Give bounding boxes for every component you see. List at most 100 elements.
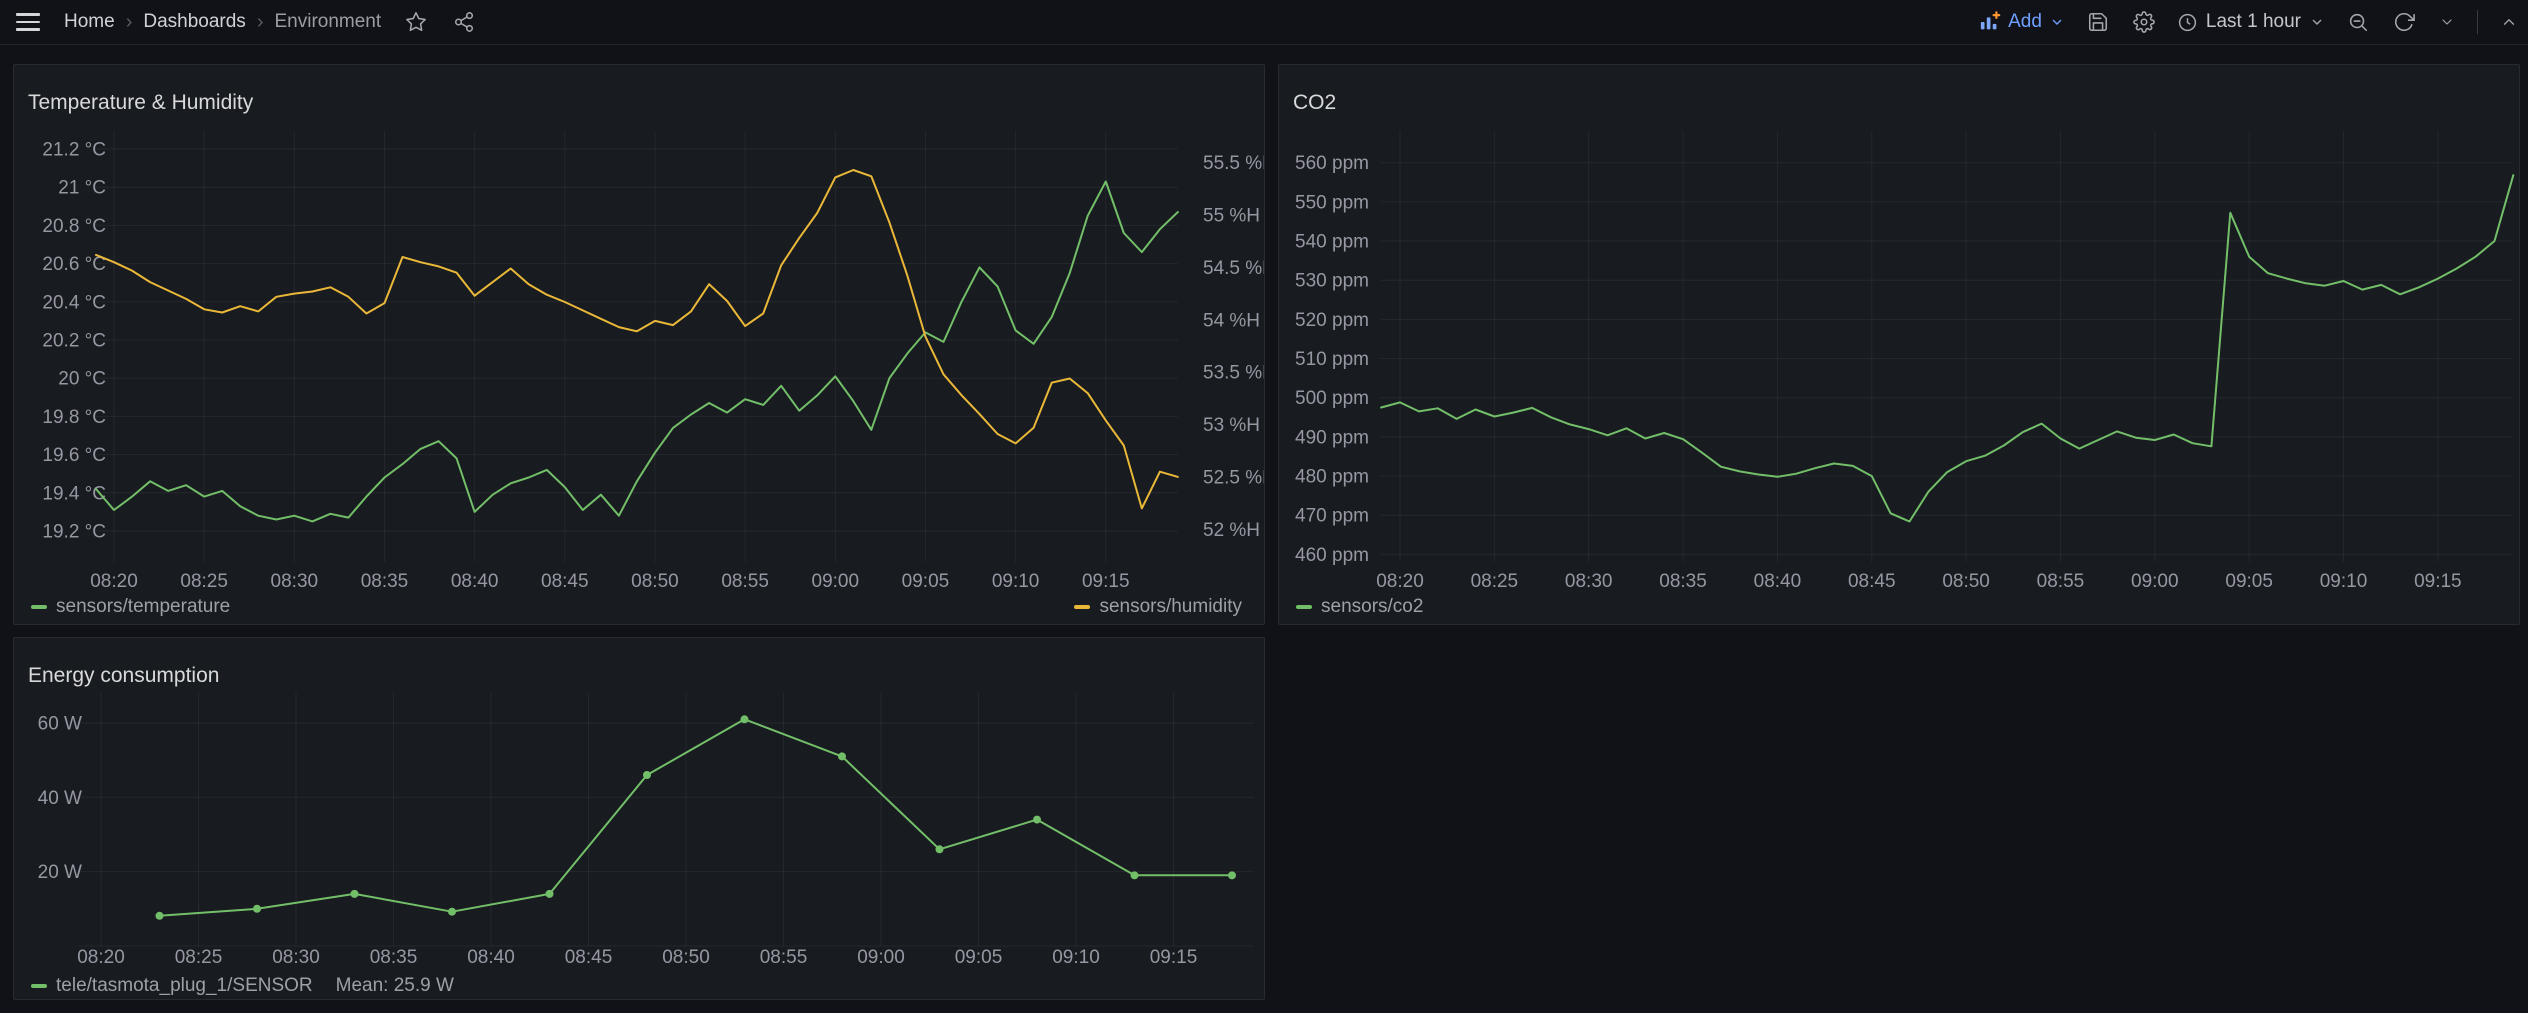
grafana-dashboard: Home › Dashboards › Environment (0, 0, 2528, 1013)
breadcrumb-separator: › (126, 11, 133, 34)
y-axis-tick-label: 55.5 %H (1203, 153, 1265, 174)
x-axis-tick-label: 08:55 (760, 947, 808, 968)
y-axis-tick-label: 21 °C (58, 178, 106, 199)
save-dashboard-button[interactable] (2085, 9, 2111, 35)
legend-series-label: sensors/temperature (56, 596, 230, 618)
x-axis-tick-label: 08:30 (1565, 571, 1613, 592)
time-range-picker[interactable]: Last 1 hour (2177, 11, 2325, 33)
y-axis-tick-label: 470 ppm (1295, 506, 1369, 527)
legend-item[interactable]: sensors/humidity (1074, 596, 1242, 618)
x-axis-tick-label: 08:40 (1754, 571, 1802, 592)
y-axis-tick-label: 40 W (38, 788, 82, 809)
legend-series-swatch (31, 984, 47, 989)
series-point-marker (253, 905, 261, 913)
x-axis-tick-label: 08:45 (1848, 571, 1896, 592)
y-axis-tick-label: 19.8 °C (42, 407, 106, 428)
menu-icon[interactable] (14, 11, 42, 33)
legend-item[interactable]: tele/tasmota_plug_1/SENSORMean: 25.9 W (31, 975, 454, 997)
chart-legend: sensors/temperature sensors/humidity (31, 596, 1242, 618)
time-range-label: Last 1 hour (2206, 11, 2301, 33)
temperature-humidity-chart-canvas[interactable]: 08:2008:2508:3008:3508:4008:4508:5008:55… (14, 65, 1265, 625)
y-axis-tick-label: 460 ppm (1295, 545, 1369, 566)
bar-chart-plus-icon (1979, 11, 2001, 33)
x-axis-tick-label: 08:50 (631, 571, 679, 592)
series-point-marker (741, 715, 749, 723)
x-axis-tick-label: 09:00 (2131, 571, 2179, 592)
chevron-down-icon (2439, 14, 2455, 30)
breadcrumb-separator: › (257, 11, 264, 34)
y-axis-tick-label: 20 °C (58, 369, 106, 390)
refresh-interval-dropdown[interactable] (2437, 12, 2457, 32)
y-axis-tick-label: 53 %H (1203, 415, 1260, 436)
co2-chart-canvas[interactable]: 08:20 08:25 08:30 08:35 08:40 08:45 08:50 08:55… (1279, 65, 2520, 625)
refresh-dashboard-button[interactable] (2391, 9, 2417, 35)
chevron-down-icon (2049, 14, 2065, 30)
favorite-star-button[interactable] (403, 9, 429, 35)
add-button-label: Add (2008, 11, 2042, 33)
x-axis-tick-label: 09:10 (1052, 947, 1100, 968)
collapse-topbar-button[interactable] (2498, 11, 2520, 33)
series-point-marker (156, 912, 164, 920)
x-axis-tick-label: 08:20 (1376, 571, 1424, 592)
legend-series-swatch (1074, 605, 1090, 610)
panel-title[interactable]: Temperature & Humidity (28, 91, 253, 115)
panel-title[interactable]: CO2 (1293, 91, 1336, 115)
share-icon (453, 11, 475, 33)
dashboard-settings-button[interactable] (2131, 9, 2157, 35)
series-point-marker (1228, 871, 1236, 879)
x-axis-tick-label: 09:15 (1150, 947, 1198, 968)
nav-left-group: Home › Dashboards › Environment (14, 9, 477, 35)
x-axis-tick-label: 09:05 (902, 571, 950, 592)
legend-item[interactable]: sensors/co2 (1296, 596, 1423, 618)
x-axis-tick-label: 08:25 (1471, 571, 1519, 592)
x-axis-tick-label: 08:40 (467, 947, 515, 968)
nav-right-group: Add Last 1 h (1979, 9, 2520, 35)
y-axis-tick-label: 52.5 %H (1203, 467, 1265, 488)
y-axis-tick-label: 20.2 °C (42, 331, 106, 352)
y-axis-tick-label: 490 ppm (1295, 427, 1369, 448)
y-axis-tick-label: 560 ppm (1295, 153, 1369, 174)
series-point-marker (643, 771, 651, 779)
y-axis-tick-label: 21.2 °C (42, 140, 106, 161)
chart-legend: sensors/co2 (1296, 596, 2497, 618)
x-axis-tick-label: 08:25 (175, 947, 223, 968)
add-panel-button[interactable]: Add (1979, 11, 2065, 33)
y-axis-tick-label: 54.5 %H (1203, 258, 1265, 279)
breadcrumb-current-environment: Environment (274, 11, 381, 33)
y-axis-tick-label: 20.4 °C (42, 292, 106, 313)
chevron-down-icon (2309, 14, 2325, 30)
legend-mean-value: Mean: 25.9 W (336, 975, 454, 997)
clock-icon (2177, 12, 2198, 33)
series-point-marker (448, 908, 456, 916)
series-point-marker (351, 890, 359, 898)
x-axis-tick-label: 09:15 (2414, 571, 2462, 592)
x-axis-tick-label: 08:35 (1659, 571, 1707, 592)
x-axis-tick-label: 08:20 (90, 571, 138, 592)
legend-item[interactable]: sensors/temperature (31, 596, 230, 618)
panel-co2: CO2 08:2008:2508:3008:3508:4008:4508:500… (1278, 64, 2520, 625)
y-axis-tick-label: 19.4 °C (42, 483, 106, 504)
refresh-icon (2393, 11, 2415, 33)
x-axis-tick-label: 08:40 (451, 571, 499, 592)
x-axis-tick-label: 08:45 (565, 947, 613, 968)
x-axis-tick-label: 08:50 (662, 947, 710, 968)
energy-chart-canvas[interactable]: 08:2008:2508:3008:3508:4008:4508:5008:55… (14, 638, 1265, 1000)
panel-title[interactable]: Energy consumption (28, 664, 219, 688)
breadcrumb-home[interactable]: Home (64, 11, 115, 33)
zoom-out-time-button[interactable] (2345, 9, 2371, 35)
nav-divider (2477, 10, 2478, 34)
x-axis-tick-label: 08:55 (2037, 571, 2085, 592)
breadcrumb-dashboards[interactable]: Dashboards (143, 11, 245, 33)
legend-series-label: sensors/co2 (1321, 596, 1423, 618)
y-axis-tick-label: 54 %H (1203, 310, 1260, 331)
y-axis-tick-label: 480 ppm (1295, 467, 1369, 488)
save-icon (2087, 11, 2109, 33)
legend-series-swatch (31, 605, 47, 610)
x-axis-tick-label: 09:10 (992, 571, 1040, 592)
share-button[interactable] (451, 9, 477, 35)
zoom-out-icon (2347, 11, 2369, 33)
gear-icon (2133, 11, 2155, 33)
x-axis-tick-label: 08:50 (1942, 571, 1990, 592)
y-axis-tick-label: 20.6 °C (42, 254, 106, 275)
x-axis-tick-label: 08:30 (271, 571, 319, 592)
